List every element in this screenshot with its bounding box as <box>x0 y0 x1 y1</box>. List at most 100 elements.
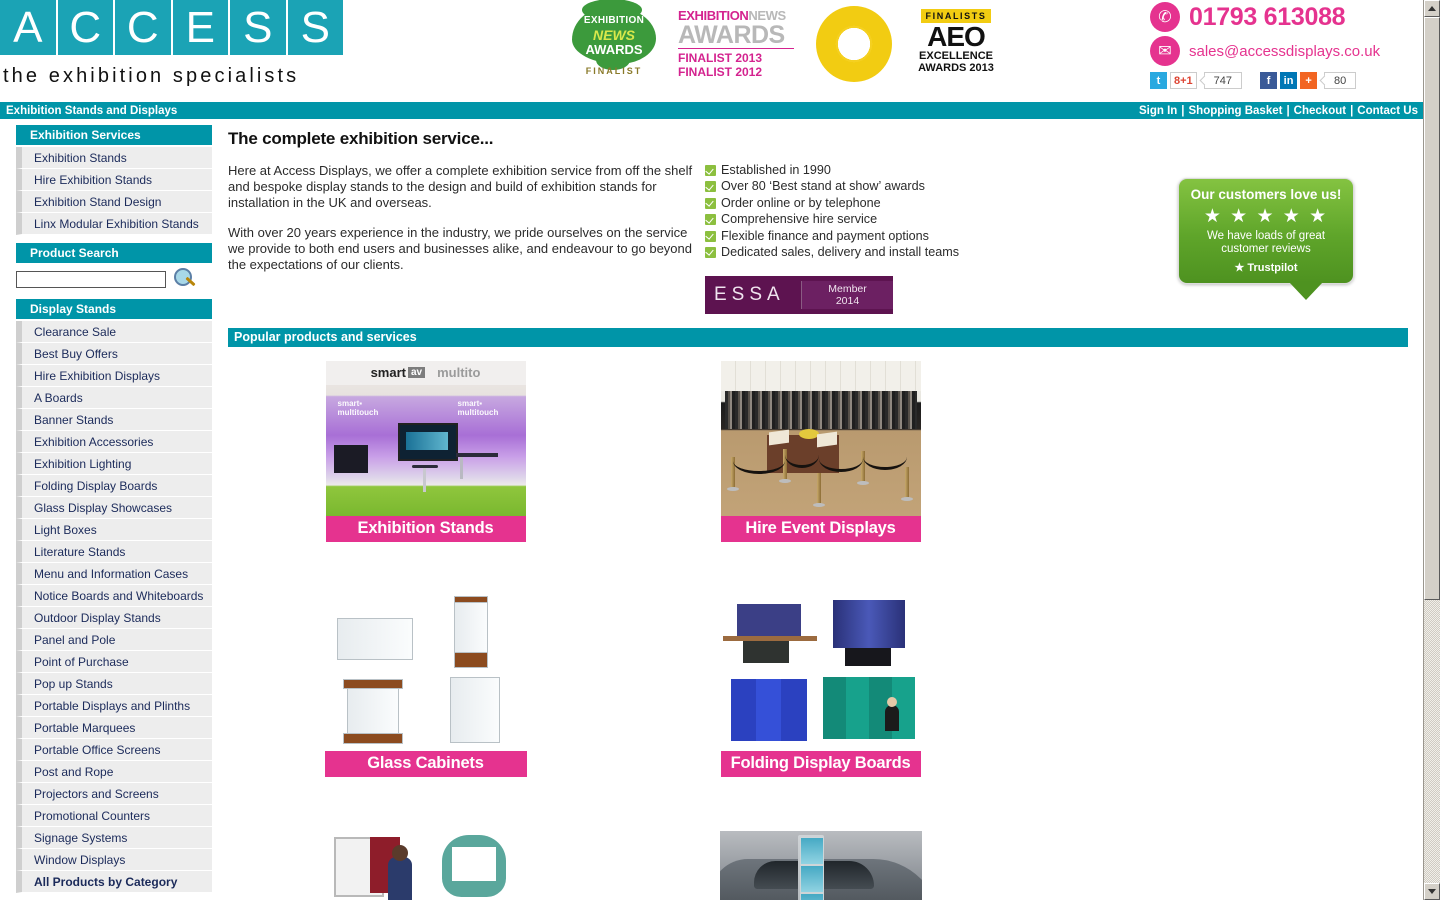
owl-board-quadrant <box>426 831 526 900</box>
sidebar-item-clearance-sale[interactable]: Clearance Sale <box>16 321 212 343</box>
sidebar-item-exhibition-stands[interactable]: Exhibition Stands <box>16 147 212 169</box>
tall-glass-cabinet <box>449 677 500 744</box>
sidebar-item-banner-stands[interactable]: Banner Stands <box>16 409 212 431</box>
notice-boards-collage <box>325 830 526 900</box>
trustpilot-badge[interactable]: Our customers love us! ★ ★ ★ ★ ★ We have… <box>1178 178 1354 300</box>
glass-tower-cabinet <box>453 597 488 658</box>
scroll-up-button[interactable] <box>1424 0 1440 17</box>
nav-link-shopping-basket[interactable]: Shopping Basket <box>1189 105 1283 117</box>
essa-member-info: Member 2014 <box>801 280 893 309</box>
sidebar-item-signage-systems[interactable]: Signage Systems <box>16 827 212 849</box>
product-tiles-grid: smart av multito smart▪ multitouch smart▪ mu… <box>228 347 1408 900</box>
collage-quadrants <box>325 830 526 900</box>
check-icon <box>705 165 716 176</box>
sidebar-item-notice-boards-and-whiteboards[interactable]: Notice Boards and Whiteboards <box>16 585 212 607</box>
sidebar-item-panel-and-pole[interactable]: Panel and Pole <box>16 629 212 651</box>
wood-top <box>342 679 403 690</box>
sidebar-item-portable-office-screens[interactable]: Portable Office Screens <box>16 739 212 761</box>
sidebar-item-post-and-rope[interactable]: Post and Rope <box>16 761 212 783</box>
sidebar-item-exhibition-lighting[interactable]: Exhibition Lighting <box>16 453 212 475</box>
exhibition-news-awards-2013-badge: EXHIBITIONNEWS AWARDS FINALIST 2013 FINA… <box>678 8 798 80</box>
product-tile-hire-event-displays[interactable]: Hire Event Displays <box>720 360 921 582</box>
logo-letter: C <box>57 0 113 55</box>
badge-excellence-text: EXCELLENCE <box>919 50 993 62</box>
scroll-down-button[interactable] <box>1424 883 1440 900</box>
nav-link-sign-in[interactable]: Sign In <box>1139 105 1177 117</box>
badge-line-4: FINALIST <box>585 66 643 76</box>
sidebar-item-exhibition-stand-design[interactable]: Exhibition Stand Design <box>16 191 212 213</box>
star-rating-icon: ★ ★ ★ ★ ★ <box>1203 206 1329 227</box>
sidebar-item-folding-display-boards[interactable]: Folding Display Boards <box>16 475 212 497</box>
stand-screen <box>397 422 458 461</box>
logo-letter: E <box>172 0 228 55</box>
sidebar-item-best-buy-offers[interactable]: Best Buy Offers <box>16 343 212 365</box>
badge-line-3: AWARDS <box>585 42 643 57</box>
rope-span <box>862 457 907 470</box>
fascia-multito: multito <box>437 365 481 381</box>
sidebar-item-menu-and-information-cases[interactable]: Menu and Information Cases <box>16 563 212 585</box>
google-plus-count: 747 <box>1203 72 1243 89</box>
twitter-icon[interactable]: t <box>1150 72 1167 89</box>
badge-finalist-2013: FINALIST 2013 <box>678 51 763 65</box>
sidebar-item-light-boxes[interactable]: Light Boxes <box>16 519 212 541</box>
linkedin-icon[interactable]: in <box>1280 72 1298 89</box>
tile-caption: Hire Event Displays <box>720 515 921 542</box>
trustpilot-title: Our customers love us! <box>1190 187 1342 202</box>
teal-folding-screen-quadrant <box>821 673 921 751</box>
sidebar-item-literature-stands[interactable]: Literature Stands <box>16 541 212 563</box>
product-tile-glass-cabinets[interactable]: Glass Cabinets <box>324 595 527 817</box>
nav-link-contact-us[interactable]: Contact Us <box>1357 105 1418 117</box>
open-book-right <box>816 431 837 448</box>
sidebar-item-linx-modular-exhibition-stands[interactable]: Linx Modular Exhibition Stands <box>16 213 212 235</box>
sidebar-item-a-boards[interactable]: A Boards <box>16 387 212 409</box>
product-tile-literature-stands[interactable]: Literature Stands <box>719 830 922 900</box>
trustpilot-subtitle-line-1: We have loads of great <box>1206 230 1326 242</box>
badge-awards-text: AWARDS <box>678 21 785 49</box>
badge-aeo-text: AEO <box>927 21 986 52</box>
google-plus-button[interactable]: 8+1 <box>1170 72 1197 89</box>
vertical-scrollbar[interactable] <box>1423 0 1440 900</box>
sidebar-item-point-of-purchase[interactable]: Point of Purchase <box>16 651 212 673</box>
email-row[interactable]: ✉ sales@accessdisplays.co.uk <box>1150 36 1396 66</box>
sidebar-item-outdoor-display-stands[interactable]: Outdoor Display Stands <box>16 607 212 629</box>
phone-row[interactable]: ✆ 01793 613088 <box>1150 2 1396 32</box>
benefit-item: Order online or by telephone <box>705 196 975 211</box>
product-tile-folding-display-boards[interactable]: Folding Display Boards <box>720 595 921 817</box>
search-icon[interactable] <box>172 267 198 291</box>
sidebar-item-hire-exhibition-stands[interactable]: Hire Exhibition Stands <box>16 169 212 191</box>
sidebar-item-projectors-and-screens[interactable]: Projectors and Screens <box>16 783 212 805</box>
sidebar-item-glass-display-showcases[interactable]: Glass Display Showcases <box>16 497 212 519</box>
share-icon[interactable]: + <box>1300 72 1318 89</box>
search-input[interactable] <box>16 270 166 288</box>
sidebar-item-portable-displays-and-plinths[interactable]: Portable Displays and Plinths <box>16 695 212 717</box>
sidebar-item-window-displays[interactable]: Window Displays <box>16 849 212 871</box>
nav-link-checkout[interactable]: Checkout <box>1294 105 1346 117</box>
page-content: A C C E S S the exhibition specialists E… <box>0 0 1424 900</box>
teal-folding-screen <box>822 677 915 740</box>
product-tile-notice-boards[interactable]: Notice Boards <box>325 830 526 900</box>
facebook-icon[interactable]: f <box>1260 72 1278 89</box>
carry-bag <box>844 647 891 666</box>
collage-quadrants <box>720 595 921 751</box>
sidebar-item-all-products-by-category[interactable]: All Products by Category <box>16 871 212 893</box>
product-tile-cell: Literature Stands <box>623 817 1018 900</box>
person-head <box>886 697 897 708</box>
phone-icon: ✆ <box>1150 2 1180 32</box>
product-tile-exhibition-stands[interactable]: smart av multito smart▪ multitouch smart▪ mu… <box>325 360 526 582</box>
sidebar-item-portable-marquees[interactable]: Portable Marquees <box>16 717 212 739</box>
marquee-roof <box>720 360 921 391</box>
sidebar-item-promotional-counters[interactable]: Promotional Counters <box>16 805 212 827</box>
sidebar-item-exhibition-accessories[interactable]: Exhibition Accessories <box>16 431 212 453</box>
benefit-item: Over 80 ‘Best stand at show’ awards <box>705 179 975 194</box>
benefit-label: Comprehensive hire service <box>721 212 878 227</box>
sidebar-item-pop-up-stands[interactable]: Pop up Stands <box>16 673 212 695</box>
benefit-label: Established in 1990 <box>721 163 831 177</box>
product-tile-cell: Hire Event Displays <box>623 347 1018 582</box>
scrollbar-thumb[interactable] <box>1424 17 1440 600</box>
carry-bag <box>742 640 789 663</box>
chevron-up-icon <box>1428 6 1436 11</box>
site-logo[interactable]: A C C E S S the exhibition specialists <box>0 0 345 88</box>
sidebar-item-hire-exhibition-displays[interactable]: Hire Exhibition Displays <box>16 365 212 387</box>
sidebar: Exhibition Services Exhibition Stands Hi… <box>0 119 222 900</box>
leaflet-pocket <box>799 836 824 865</box>
